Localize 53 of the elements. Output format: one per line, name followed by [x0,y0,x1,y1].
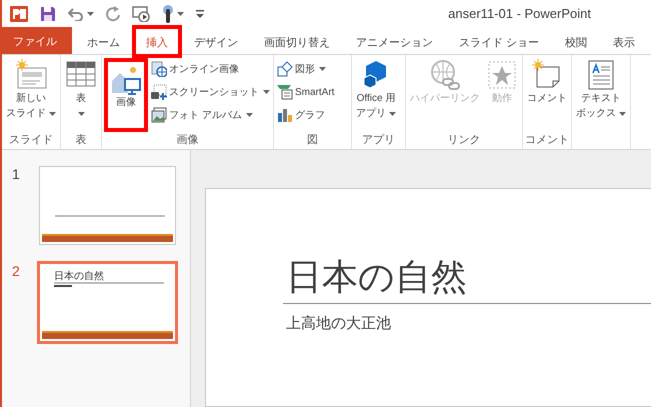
ribbon-button[interactable]: 画像 [104,58,148,132]
ribbon-button[interactable]: 図形 [276,59,336,79]
group-label: 図 [306,133,319,148]
online-picture-icon [151,61,167,77]
ribbon-button[interactable]: オンライン画像 [150,59,271,79]
ribbon-tab[interactable]: ホーム [76,29,131,55]
ribbon-tab[interactable]: スライド ショー [448,29,550,55]
globe-link-icon [429,59,461,91]
group-label: アプリ [361,132,396,148]
slide-number: 1 [12,166,21,182]
ribbon-button[interactable]: スクリーンショット [150,82,271,102]
thumbnail-title: 日本の自然 [54,272,105,282]
screenshot-icon [151,84,167,100]
ribbon-tab[interactable]: 挿入 [135,28,179,55]
slide-number: 2 [12,263,21,279]
new-slide-icon [15,59,47,91]
redo-icon[interactable] [106,6,120,22]
slide-thumbnail[interactable]: 日本の自然 [37,261,178,344]
ribbon-button[interactable]: グラフ [276,105,336,125]
slideshow-icon[interactable] [132,6,150,22]
smartart-icon [277,84,293,100]
caret-icon [177,12,184,16]
ribbon-button[interactable]: 表 [63,58,99,132]
app-logo-icon[interactable] [10,6,28,22]
ribbon-button[interactable]: コメント [525,58,569,132]
group-label: スライド [8,133,54,148]
shapes-icon [277,61,293,77]
ribbon-tab[interactable]: 画面切り替え [253,29,341,55]
ribbon-button[interactable]: フォト アルバム [150,105,271,125]
slide-title: 日本の自然 [286,257,468,297]
ribbon-tab[interactable]: 校閲 [554,29,598,55]
undo-icon[interactable] [68,6,84,20]
group-label: 表 [74,133,88,148]
file-tab[interactable]: ファイル [2,27,72,54]
caret-icon [87,12,94,16]
ribbon-tab[interactable]: アニメーション [345,29,444,55]
ribbon-button[interactable]: テキスト ボックス [574,58,628,149]
chart-icon [277,107,293,123]
save-icon[interactable] [40,6,56,22]
hand-icon[interactable] [162,4,174,22]
group-label: コメント [525,133,569,148]
ribbon-tab[interactable]: デザイン [183,29,249,55]
customize-icon[interactable] [196,10,204,18]
ribbon-button[interactable]: Office 用 アプリ [354,58,398,132]
ribbon-button[interactable]: SmartArt [276,82,336,102]
slide-thumbnail[interactable] [39,166,176,245]
ribbon-tab[interactable]: 表示 [602,29,646,55]
ribbon-button[interactable]: 新しい スライド [4,58,58,132]
photo-album-icon [151,107,167,123]
slide-subtitle: 上高地の大正池 [286,314,392,333]
group-label: 画像 [176,133,200,148]
window-title: anser11-01 - PowerPoint [448,6,591,21]
group-label: リンク [446,133,482,148]
